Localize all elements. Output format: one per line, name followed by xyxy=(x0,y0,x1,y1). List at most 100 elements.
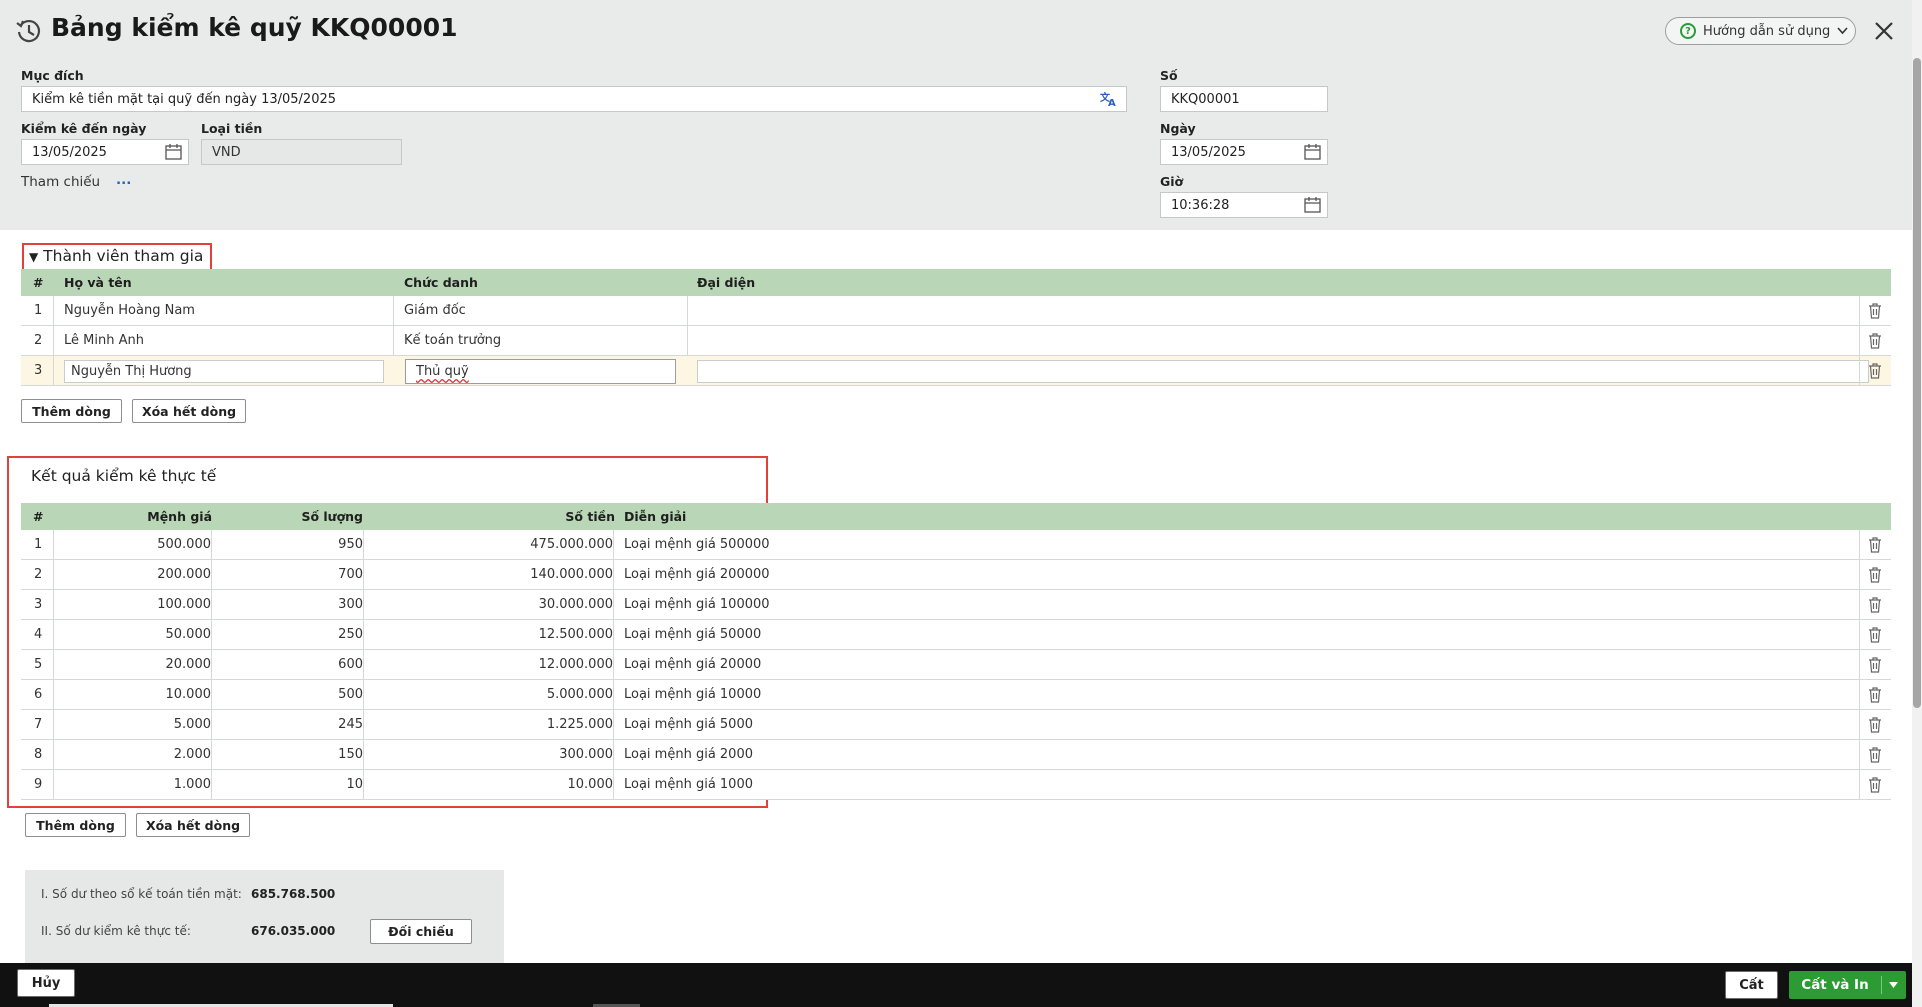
column-header[interactable]: Diễn giải xyxy=(624,503,686,530)
table-row[interactable]: 5 20.000 600 12.000.000 Loại mệnh giá 20000 xyxy=(21,650,1891,680)
help-button[interactable]: ? Hướng dẫn sử dụng xyxy=(1665,17,1856,45)
check-date-input[interactable]: 13/05/2025 xyxy=(21,139,189,165)
trash-icon[interactable] xyxy=(1868,363,1882,379)
description-cell[interactable]: Loại mệnh giá 500000 xyxy=(624,530,770,560)
members-delete-all-button[interactable]: Xóa hết dòng xyxy=(132,399,246,423)
amount-cell[interactable]: 475.000.000 xyxy=(530,530,613,560)
amount-cell[interactable]: 1.225.000 xyxy=(547,710,613,740)
time-value: 10:36:28 xyxy=(1171,197,1230,213)
table-row[interactable]: 1 Nguyễn Hoàng Nam Giám đốc xyxy=(21,296,1891,326)
reference-link[interactable]: ... xyxy=(116,172,131,188)
currency-field: VND xyxy=(201,139,402,165)
denomination-cell[interactable]: 100.000 xyxy=(157,590,211,620)
column-header[interactable]: Mệnh giá xyxy=(147,503,212,530)
column-header[interactable]: Họ và tên xyxy=(64,269,132,296)
amount-cell[interactable]: 140.000.000 xyxy=(530,560,613,590)
amount-cell[interactable]: 300.000 xyxy=(559,740,613,770)
reconcile-button[interactable]: Đối chiếu xyxy=(370,919,472,944)
description-cell[interactable]: Loại mệnh giá 1000 xyxy=(624,770,753,800)
quantity-cell[interactable]: 10 xyxy=(346,770,363,800)
quantity-cell[interactable]: 245 xyxy=(338,710,363,740)
denomination-cell[interactable]: 2.000 xyxy=(174,740,211,770)
column-header[interactable]: Số lượng xyxy=(301,503,363,530)
table-row[interactable]: 2 200.000 700 140.000.000 Loại mệnh giá 2000… xyxy=(21,560,1891,590)
table-row[interactable]: 2 Lê Minh Anh Kế toán trưởng xyxy=(21,326,1891,356)
trash-icon[interactable] xyxy=(1868,333,1882,349)
trash-icon[interactable] xyxy=(1868,717,1882,733)
trash-icon[interactable] xyxy=(1868,627,1882,643)
quantity-cell[interactable]: 250 xyxy=(338,620,363,650)
amount-cell[interactable]: 5.000.000 xyxy=(547,680,613,710)
column-header[interactable]: Đại diện xyxy=(697,269,755,296)
description-cell[interactable]: Loại mệnh giá 20000 xyxy=(624,650,761,680)
purpose-input[interactable]: Kiểm kê tiền mặt tại quỹ đến ngày 13/05/… xyxy=(21,86,1127,112)
member-position-input[interactable]: Thủ quỹ xyxy=(405,359,676,384)
quantity-cell[interactable]: 500 xyxy=(338,680,363,710)
denomination-cell[interactable]: 500.000 xyxy=(157,530,211,560)
trash-icon[interactable] xyxy=(1868,567,1882,583)
history-icon[interactable] xyxy=(14,16,44,46)
column-header[interactable]: Chức danh xyxy=(404,269,478,296)
trash-icon[interactable] xyxy=(1868,687,1882,703)
quantity-cell[interactable]: 300 xyxy=(338,590,363,620)
table-row[interactable]: 6 10.000 500 5.000.000 Loại mệnh giá 10000 xyxy=(21,680,1891,710)
denomination-cell[interactable]: 10.000 xyxy=(166,680,212,710)
description-cell[interactable]: Loại mệnh giá 100000 xyxy=(624,590,770,620)
scrollbar-thumb[interactable] xyxy=(1913,58,1921,708)
member-name-input[interactable]: Nguyễn Thị Hương xyxy=(64,360,384,383)
trash-icon[interactable] xyxy=(1868,537,1882,553)
date-input[interactable]: 13/05/2025 xyxy=(1160,139,1328,165)
amount-cell[interactable]: 12.500.000 xyxy=(539,620,613,650)
trash-icon[interactable] xyxy=(1868,777,1882,793)
description-cell[interactable]: Loại mệnh giá 2000 xyxy=(624,740,753,770)
save-button[interactable]: Cất xyxy=(1725,971,1778,999)
table-row[interactable]: 7 5.000 245 1.225.000 Loại mệnh giá 5000 xyxy=(21,710,1891,740)
description-cell[interactable]: Loại mệnh giá 200000 xyxy=(624,560,770,590)
trash-icon[interactable] xyxy=(1868,747,1882,763)
amount-cell[interactable]: 30.000.000 xyxy=(539,590,613,620)
number-input[interactable]: KKQ00001 xyxy=(1160,86,1328,112)
quantity-cell[interactable]: 950 xyxy=(338,530,363,560)
table-row[interactable]: 3 100.000 300 30.000.000 Loại mệnh giá 10000… xyxy=(21,590,1891,620)
save-and-print-button[interactable]: Cất và In xyxy=(1789,971,1906,999)
table-row-editing[interactable]: 3 Nguyễn Thị Hương Thủ quỹ xyxy=(21,356,1891,386)
denomination-cell[interactable]: 20.000 xyxy=(166,650,212,680)
translate-icon[interactable]: 文 A xyxy=(1100,91,1118,107)
description-cell[interactable]: Loại mệnh giá 5000 xyxy=(624,710,753,740)
quantity-cell[interactable]: 150 xyxy=(338,740,363,770)
calendar-icon[interactable] xyxy=(1304,197,1321,213)
caret-down-icon[interactable] xyxy=(1889,982,1898,988)
denomination-cell[interactable]: 50.000 xyxy=(166,620,212,650)
results-add-row-button[interactable]: Thêm dòng xyxy=(25,813,126,837)
trash-icon[interactable] xyxy=(1868,597,1882,613)
table-row[interactable]: 4 50.000 250 12.500.000 Loại mệnh giá 50000 xyxy=(21,620,1891,650)
denomination-cell[interactable]: 5.000 xyxy=(174,710,211,740)
member-representative-input[interactable] xyxy=(697,360,1869,383)
table-row[interactable]: 9 1.000 10 10.000 Loại mệnh giá 1000 xyxy=(21,770,1891,800)
trash-icon[interactable] xyxy=(1868,657,1882,673)
member-position[interactable]: Kế toán trưởng xyxy=(404,326,501,356)
close-icon[interactable] xyxy=(1868,15,1900,47)
results-delete-all-button[interactable]: Xóa hết dòng xyxy=(136,813,250,837)
trash-icon[interactable] xyxy=(1868,303,1882,319)
calendar-icon[interactable] xyxy=(1304,144,1321,160)
description-cell[interactable]: Loại mệnh giá 10000 xyxy=(624,680,761,710)
table-row[interactable]: 1 500.000 950 475.000.000 Loại mệnh giá 5000… xyxy=(21,530,1891,560)
member-name[interactable]: Lê Minh Anh xyxy=(64,326,144,356)
amount-cell[interactable]: 10.000 xyxy=(568,770,614,800)
column-header[interactable]: Số tiền xyxy=(565,503,615,530)
calendar-icon[interactable] xyxy=(165,144,182,160)
cancel-button[interactable]: Hủy xyxy=(17,969,75,997)
denomination-cell[interactable]: 1.000 xyxy=(174,770,211,800)
quantity-cell[interactable]: 600 xyxy=(338,650,363,680)
table-row[interactable]: 8 2.000 150 300.000 Loại mệnh giá 2000 xyxy=(21,740,1891,770)
member-position[interactable]: Giám đốc xyxy=(404,296,466,326)
members-add-row-button[interactable]: Thêm dòng xyxy=(21,399,122,423)
description-cell[interactable]: Loại mệnh giá 50000 xyxy=(624,620,761,650)
member-name[interactable]: Nguyễn Hoàng Nam xyxy=(64,296,195,326)
time-input[interactable]: 10:36:28 xyxy=(1160,192,1328,218)
denomination-cell[interactable]: 200.000 xyxy=(157,560,211,590)
quantity-cell[interactable]: 700 xyxy=(338,560,363,590)
members-section-toggle[interactable]: ▼ Thành viên tham gia xyxy=(29,247,203,265)
amount-cell[interactable]: 12.000.000 xyxy=(539,650,613,680)
